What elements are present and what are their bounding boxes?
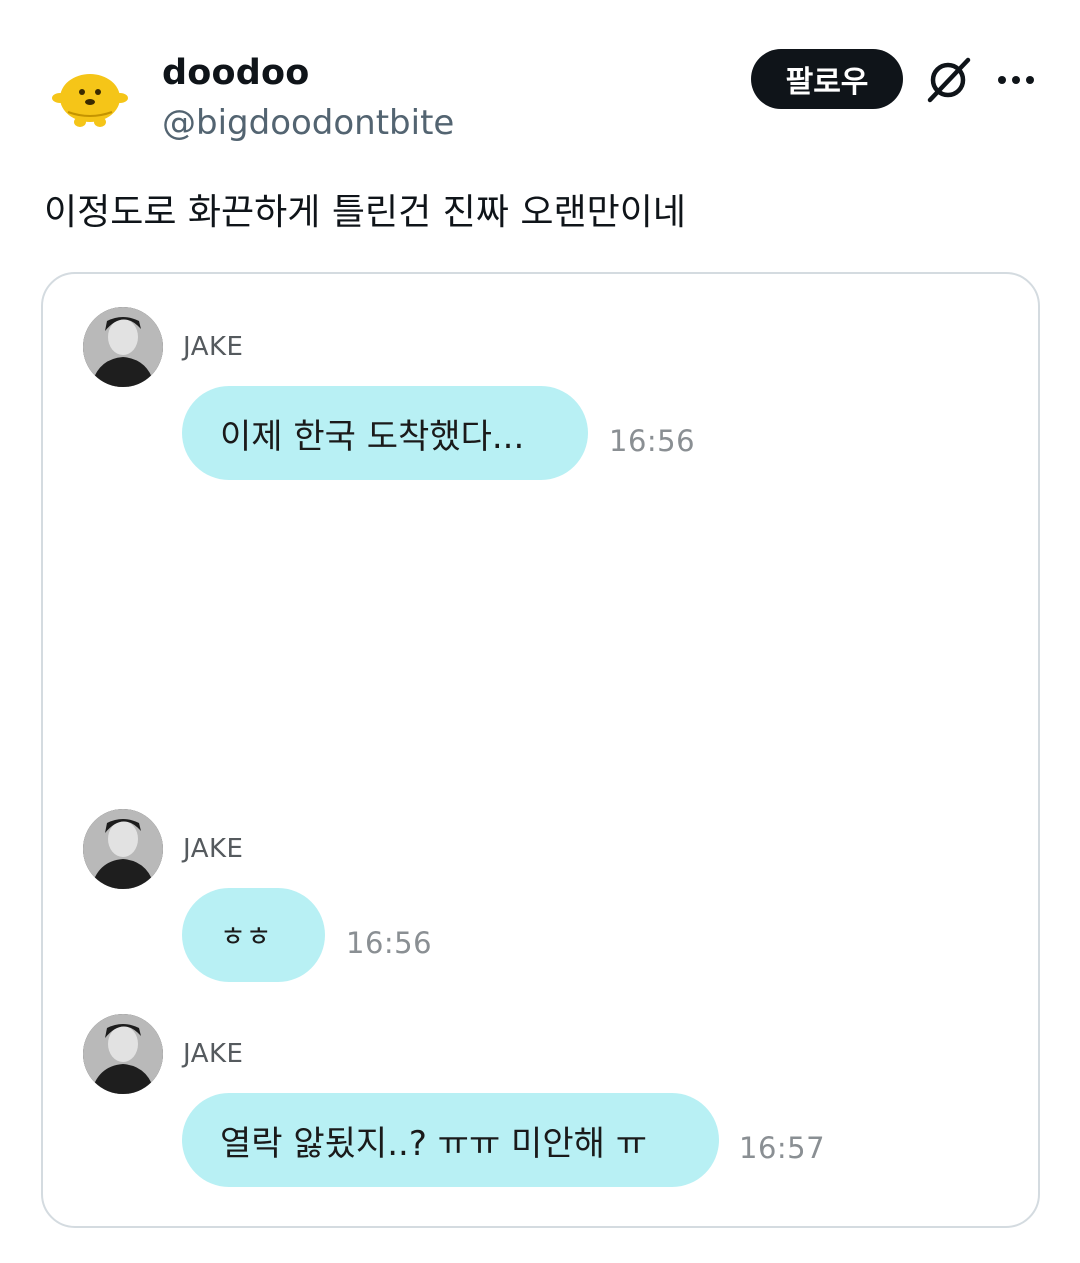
tweet-text: 이정도로 화끈하게 틀린건 진짜 오랜만이네 bbox=[44, 192, 686, 233]
more-button[interactable] bbox=[994, 60, 1038, 100]
author-avatar[interactable] bbox=[46, 50, 134, 138]
follow-button[interactable]: 팔로우 bbox=[751, 49, 903, 109]
profile-photo-icon bbox=[83, 307, 163, 387]
sender-name: JAKE bbox=[183, 332, 244, 362]
message-bubble: 열락 앓됬지..? ㅠㅠ 미안해 ㅠ bbox=[182, 1093, 719, 1187]
sender-name: JAKE bbox=[183, 834, 244, 864]
message-bubble: 이제 한국 도착했다... bbox=[182, 386, 588, 480]
profile-photo-icon bbox=[83, 809, 163, 889]
message-time: 16:56 bbox=[346, 926, 433, 960]
yellow-character-icon bbox=[52, 74, 128, 127]
grok-icon bbox=[927, 57, 971, 103]
more-dots-icon bbox=[998, 76, 1034, 84]
chat-avatar bbox=[83, 307, 163, 387]
message-time: 16:56 bbox=[609, 424, 696, 458]
message-time: 16:57 bbox=[739, 1131, 826, 1165]
sender-name: JAKE bbox=[183, 1039, 244, 1069]
chat-avatar bbox=[83, 809, 163, 889]
profile-photo-icon bbox=[83, 1014, 163, 1094]
author-display-name[interactable]: doodoo bbox=[162, 50, 310, 96]
author-handle[interactable]: @bigdoodontbite bbox=[162, 101, 454, 145]
media-image[interactable]: JAKE 이제 한국 도착했다... 16:56 JAKE ㅎㅎ 16:56 J… bbox=[41, 272, 1040, 1228]
chat-avatar bbox=[83, 1014, 163, 1094]
grok-button[interactable] bbox=[922, 54, 974, 106]
message-bubble: ㅎㅎ bbox=[182, 888, 325, 982]
